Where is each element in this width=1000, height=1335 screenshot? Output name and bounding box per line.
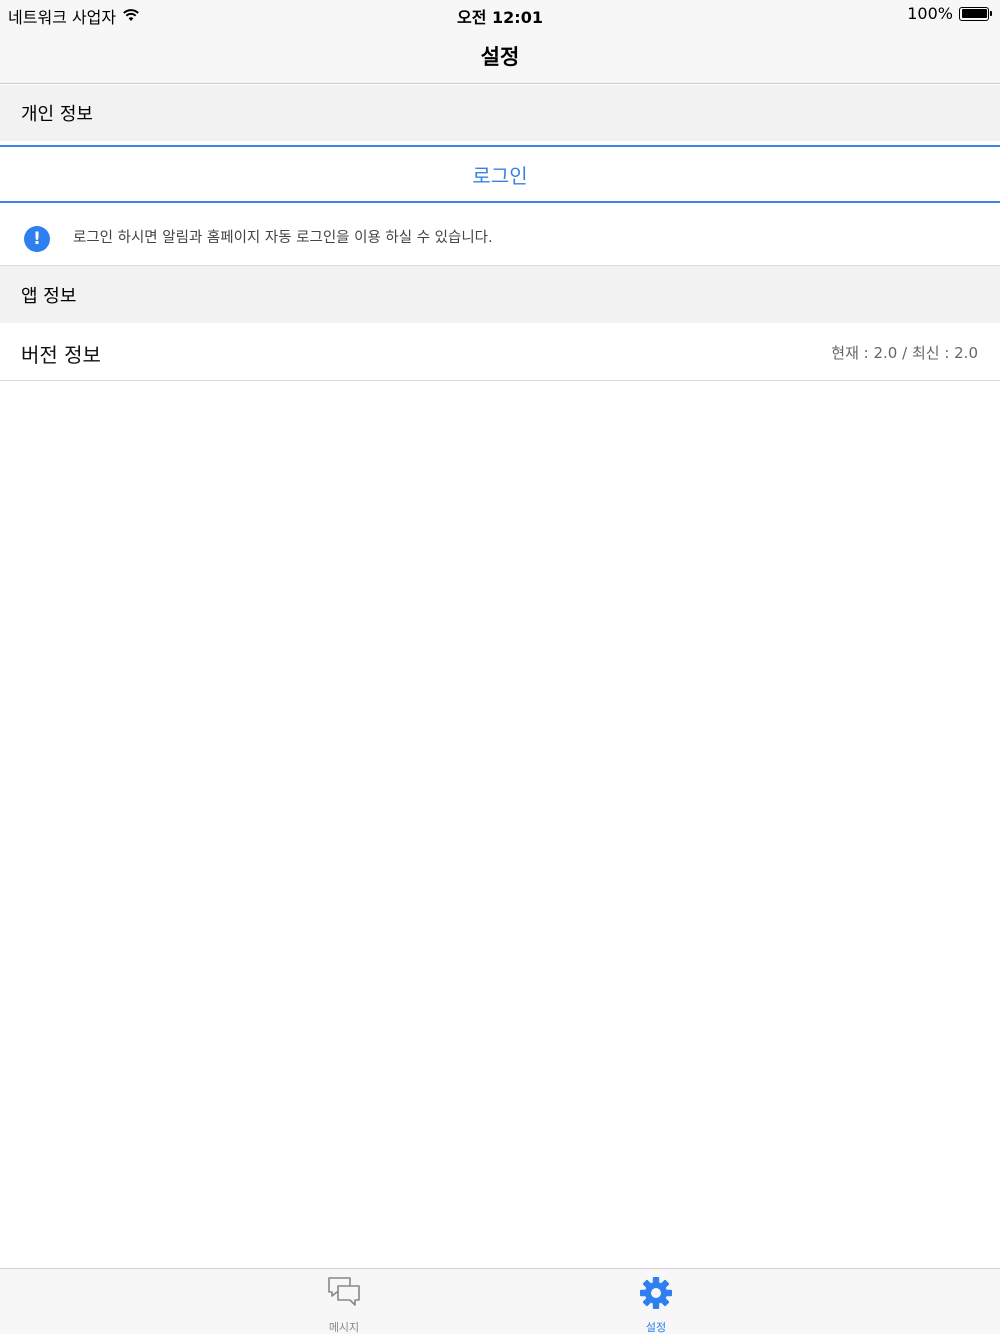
page-title: 설정: [480, 44, 520, 69]
latest-version-label: 최신: [911, 344, 940, 362]
login-info-row: ! 로그인 하시면 알림과 홈페이지 자동 로그인을 이용 하실 수 있습니다.: [0, 204, 1000, 266]
tab-messages[interactable]: 메시지: [294, 1275, 394, 1334]
latest-version-value: 2.0: [954, 344, 978, 362]
tab-settings-label: 설정: [645, 1321, 667, 1334]
chat-bubbles-icon: [326, 1275, 362, 1311]
tab-messages-label: 메시지: [328, 1321, 360, 1334]
status-time: 오전 12:01: [457, 8, 543, 27]
section-header-personal: 개인 정보: [0, 85, 1000, 141]
tab-settings[interactable]: 설정: [606, 1275, 706, 1334]
gear-icon: [638, 1275, 674, 1311]
battery-icon: [959, 6, 992, 21]
login-info-text: 로그인 하시면 알림과 홈페이지 자동 로그인을 이용 하실 수 있습니다.: [73, 230, 493, 246]
status-bar: 네트워크 사업자 오전 12:01 100%: [0, 0, 1000, 28]
status-right: 100%: [907, 4, 992, 23]
current-version-label: 현재: [831, 344, 859, 362]
section-header-app: 앱 정보: [0, 266, 1000, 323]
version-detail: 현재 : 2.0 / 최신 : 2.0: [831, 344, 978, 362]
section-header-label: 앱 정보: [21, 285, 77, 307]
login-label: 로그인: [472, 163, 528, 188]
info-icon: !: [24, 226, 50, 252]
version-info-row[interactable]: 버전 정보 현재 : 2.0 / 최신 : 2.0: [0, 323, 1000, 381]
section-header-label: 개인 정보: [21, 104, 93, 125]
login-button[interactable]: 로그인: [0, 145, 1000, 203]
version-label: 버전 정보: [21, 343, 101, 367]
current-version-value: 2.0: [873, 344, 898, 362]
navigation-bar: 설정: [0, 28, 1000, 84]
tab-bar: 메시지 설정: [0, 1268, 1000, 1334]
battery-percent: 100%: [907, 4, 953, 23]
